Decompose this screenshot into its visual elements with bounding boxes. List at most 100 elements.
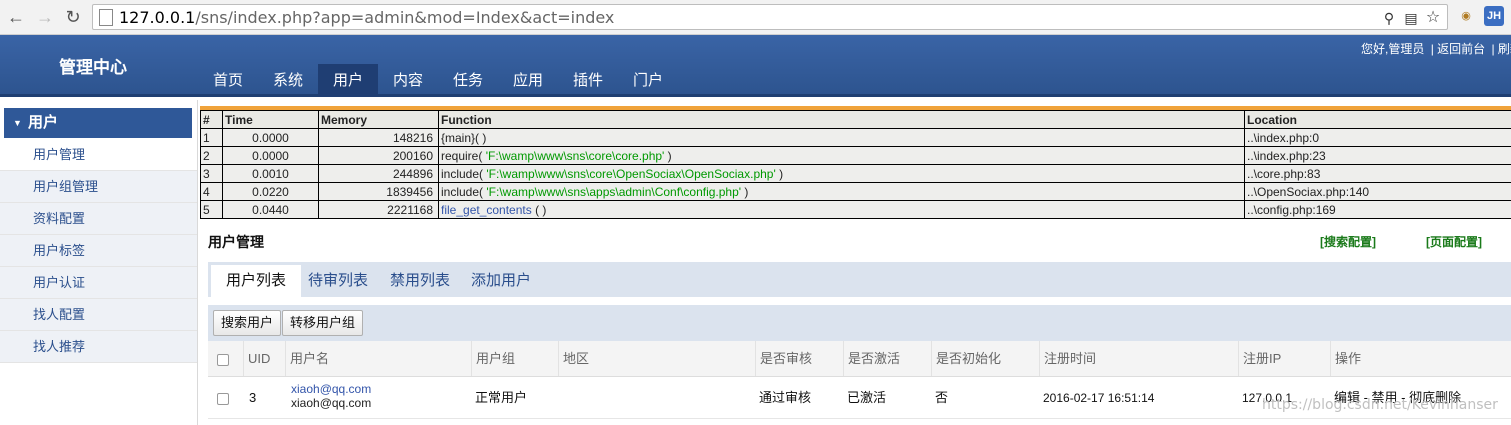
debug-memory: 2221168 xyxy=(318,200,439,219)
debug-col-location: Location xyxy=(1244,110,1511,129)
debug-function: file_get_contents ( ) xyxy=(438,200,1245,219)
extension-cookie-icon[interactable]: ◉ xyxy=(1456,6,1476,26)
debug-row: 1 0.0000 148216 {main}( ) ..\index.php:0 xyxy=(200,128,1511,147)
nav-user[interactable]: 用户 xyxy=(318,64,378,97)
debug-location: ..\config.php:169 xyxy=(1244,200,1511,219)
nav-portal[interactable]: 门户 xyxy=(618,64,678,97)
sidebar-item-user-manage[interactable]: 用户管理 xyxy=(0,139,197,171)
debug-location: ..\OpenSociax.php:140 xyxy=(1244,182,1511,201)
caret-down-icon: ▼ xyxy=(13,118,22,128)
debug-function: include( 'F:\wamp\www\sns\core\OpenSocia… xyxy=(438,164,1245,183)
cell-username: xiaoh@qq.com xiaoh@qq.com xyxy=(291,382,371,410)
back-arrow-icon[interactable]: ← xyxy=(5,6,27,28)
address-bar[interactable]: 127.0.0.1/sns/index.php?app=admin&mod=In… xyxy=(92,4,1448,30)
debug-time: 0.0000 xyxy=(222,128,319,147)
debug-location: ..\index.php:23 xyxy=(1244,146,1511,165)
key-icon[interactable]: ⚲ xyxy=(1381,10,1397,26)
header-init: 是否初始化 xyxy=(931,341,1039,376)
sidebar-item-find-recommend[interactable]: 找人推荐 xyxy=(0,331,197,363)
cell-init: 否 xyxy=(935,390,949,405)
nav-task[interactable]: 任务 xyxy=(438,64,498,97)
debug-num: 2 xyxy=(200,146,223,165)
tab-add-user[interactable]: 添加用户 xyxy=(456,265,546,297)
username-email: xiaoh@qq.com xyxy=(291,396,372,410)
debug-location: ..\index.php:0 xyxy=(1244,128,1511,147)
cell-region xyxy=(558,377,755,418)
debug-fn: include( xyxy=(441,184,484,199)
move-group-button[interactable]: 转移用户组 xyxy=(282,310,364,336)
action-toolbar: 搜索用户 转移用户组 xyxy=(208,305,1511,341)
nav-home[interactable]: 首页 xyxy=(198,64,258,97)
select-all-cell xyxy=(208,341,243,376)
search-user-button[interactable]: 搜索用户 xyxy=(213,310,282,336)
sidebar-title: 用户 xyxy=(28,114,59,131)
debug-row: 4 0.0220 1839456 include( 'F:\wamp\www\s… xyxy=(200,182,1511,201)
reload-icon[interactable]: ↻ xyxy=(62,6,84,28)
page-icon xyxy=(99,9,113,26)
cell-group: 正常用户 xyxy=(475,390,528,405)
cell-uid: 3 xyxy=(249,390,257,405)
header-ops: 操作 xyxy=(1330,341,1511,376)
url-host: 127.0.0.1 xyxy=(119,8,196,27)
select-all-checkbox[interactable] xyxy=(217,353,229,366)
cell-active[interactable]: 已激活 xyxy=(843,377,931,418)
header-audit: 是否审核 xyxy=(755,341,843,376)
search-config-link[interactable]: [搜索配置] xyxy=(1320,233,1376,250)
sidebar-header[interactable]: ▼ 用户 xyxy=(4,108,192,138)
username-link[interactable]: xiaoh@qq.com xyxy=(291,382,371,396)
refresh-link[interactable]: | 刷新 xyxy=(1491,42,1511,56)
url-text[interactable]: 127.0.0.1/sns/index.php?app=admin&mod=In… xyxy=(119,8,614,27)
back-to-front-link[interactable]: | 返回前台 xyxy=(1431,42,1485,56)
debug-row: 5 0.0440 2221168 file_get_contents ( ) .… xyxy=(200,200,1511,219)
debug-fn-arg: 'F:\wamp\www\sns\core\core.php' xyxy=(485,148,665,163)
profile-badge[interactable]: JH xyxy=(1484,6,1504,26)
nav-plugin[interactable]: 插件 xyxy=(558,64,618,97)
debug-fn-arg: 'F:\wamp\www\sns\apps\admin\Conf\config.… xyxy=(486,184,742,199)
row-checkbox[interactable] xyxy=(217,392,229,405)
page-config-link[interactable]: [页面配置] xyxy=(1426,233,1482,250)
cell-audit[interactable]: 通过审核 xyxy=(755,377,843,418)
main-nav: 首页 系统 用户 内容 任务 应用 插件 门户 xyxy=(198,64,678,97)
sidebar: ▼ 用户 用户管理 用户组管理 资料配置 用户标签 用户认证 找人配置 找人推荐 xyxy=(0,100,198,425)
debug-num: 5 xyxy=(200,200,223,219)
debug-fn: include( xyxy=(441,166,484,181)
tab-user-list[interactable]: 用户列表 xyxy=(211,265,302,297)
header-reg-time: 注册时间 xyxy=(1039,341,1238,376)
header-username: 用户名 xyxy=(285,341,471,376)
forward-arrow-icon[interactable]: → xyxy=(34,6,56,28)
nav-app[interactable]: 应用 xyxy=(498,64,558,97)
debug-num: 3 xyxy=(200,164,223,183)
debug-fn: {main} xyxy=(441,130,476,145)
tab-pending-list[interactable]: 待审列表 xyxy=(293,265,383,297)
debug-time: 0.0440 xyxy=(222,200,319,219)
page-title: 用户管理 xyxy=(208,234,264,250)
debug-fn-suffix: ( ) xyxy=(531,202,547,217)
sidebar-item-user-group[interactable]: 用户组管理 xyxy=(0,171,197,203)
sidebar-item-user-verify[interactable]: 用户认证 xyxy=(0,267,197,299)
sidebar-item-profile-config[interactable]: 资料配置 xyxy=(0,203,197,235)
debug-memory: 1839456 xyxy=(318,182,439,201)
debug-row: 2 0.0000 200160 require( 'F:\wamp\www\sn… xyxy=(200,146,1511,165)
debug-fn-suffix: ) xyxy=(775,166,784,181)
header-reg-ip: 注册IP xyxy=(1238,341,1330,376)
debug-col-memory: Memory xyxy=(318,110,439,129)
nav-system[interactable]: 系统 xyxy=(258,64,318,97)
greeting-text: 您好,管理员 xyxy=(1361,42,1425,56)
translate-icon[interactable]: ▤ xyxy=(1403,10,1419,26)
tab-bar: 用户列表 待审列表 禁用列表 添加用户 xyxy=(208,262,1511,297)
table-header: UID 用户名 用户组 地区 是否审核 是否激活 是否初始化 注册时间 注册IP… xyxy=(208,341,1511,377)
url-path: /sns/index.php?app=admin&mod=Index&act=i… xyxy=(195,8,615,27)
star-icon[interactable]: ☆ xyxy=(1425,10,1441,26)
debug-header-row: # Time Memory Function Location xyxy=(200,110,1511,129)
debug-row: 3 0.0010 244896 include( 'F:\wamp\www\sn… xyxy=(200,164,1511,183)
tab-banned-list[interactable]: 禁用列表 xyxy=(375,265,465,297)
sidebar-item-find-config[interactable]: 找人配置 xyxy=(0,299,197,331)
header-uid: UID xyxy=(243,341,285,376)
debug-function: {main}( ) xyxy=(438,128,1245,147)
debug-function: require( 'F:\wamp\www\sns\core\core.php'… xyxy=(438,146,1245,165)
debug-fn-arg: 'F:\wamp\www\sns\core\OpenSociax\OpenSoc… xyxy=(486,166,776,181)
debug-fn-link[interactable]: file_get_contents xyxy=(441,203,532,217)
nav-content[interactable]: 内容 xyxy=(378,64,438,97)
sidebar-item-user-tags[interactable]: 用户标签 xyxy=(0,235,197,267)
debug-memory: 200160 xyxy=(318,146,439,165)
